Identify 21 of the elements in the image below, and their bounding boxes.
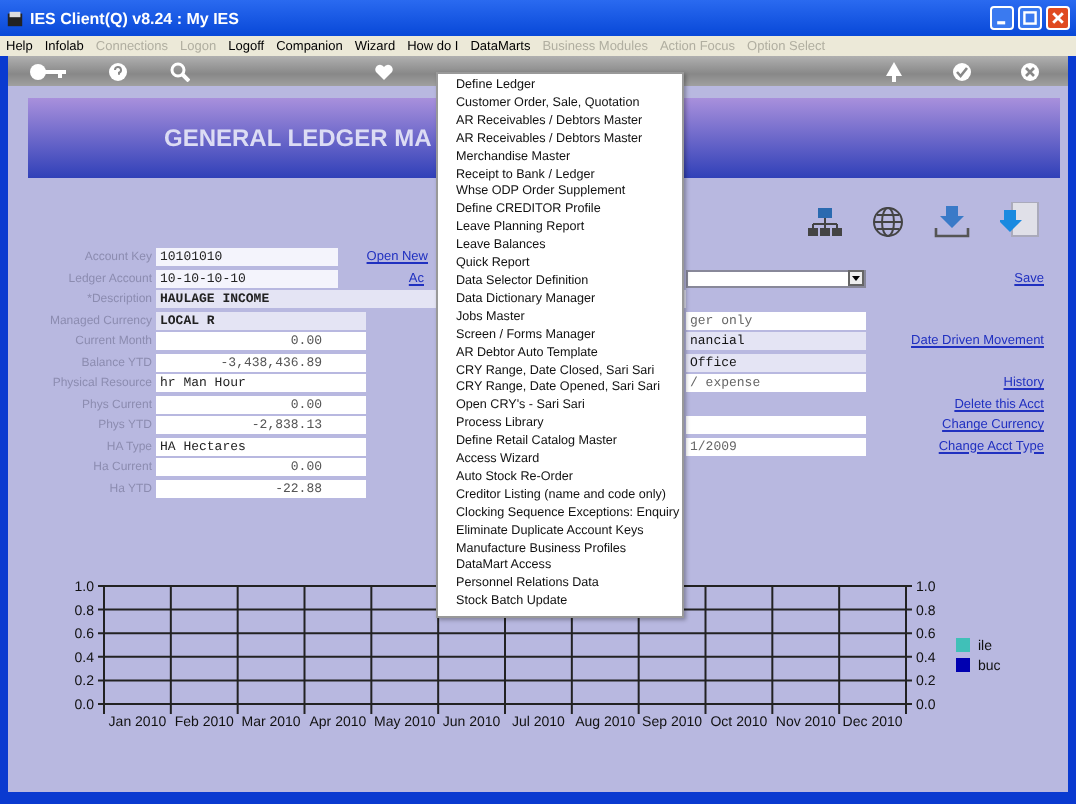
maximize-icon	[1022, 10, 1038, 26]
download-icon[interactable]	[934, 206, 970, 238]
dropdown-arrow-icon	[848, 270, 864, 286]
page-title: GENERAL LEDGER MA	[164, 124, 432, 152]
help-icon[interactable]	[108, 61, 128, 81]
close-icon	[1050, 10, 1066, 26]
dropdown[interactable]	[686, 269, 866, 287]
close-button[interactable]	[1046, 6, 1070, 30]
input-field[interactable]	[686, 416, 866, 434]
search-icon[interactable]	[170, 61, 190, 81]
import-icon[interactable]	[1000, 202, 1040, 242]
key-icon[interactable]	[28, 61, 68, 81]
minimize-button[interactable]	[990, 6, 1014, 30]
app-icon	[6, 9, 24, 27]
check-icon[interactable]	[952, 61, 972, 81]
maximize-button[interactable]	[1018, 6, 1042, 30]
globe-icon[interactable]	[872, 206, 904, 238]
close-icon[interactable]	[1020, 61, 1040, 81]
window-title: IES Client(Q) v8.24 : My IES	[30, 9, 239, 27]
heart-icon[interactable]	[374, 61, 394, 81]
hierarchy-icon[interactable]	[808, 207, 842, 237]
